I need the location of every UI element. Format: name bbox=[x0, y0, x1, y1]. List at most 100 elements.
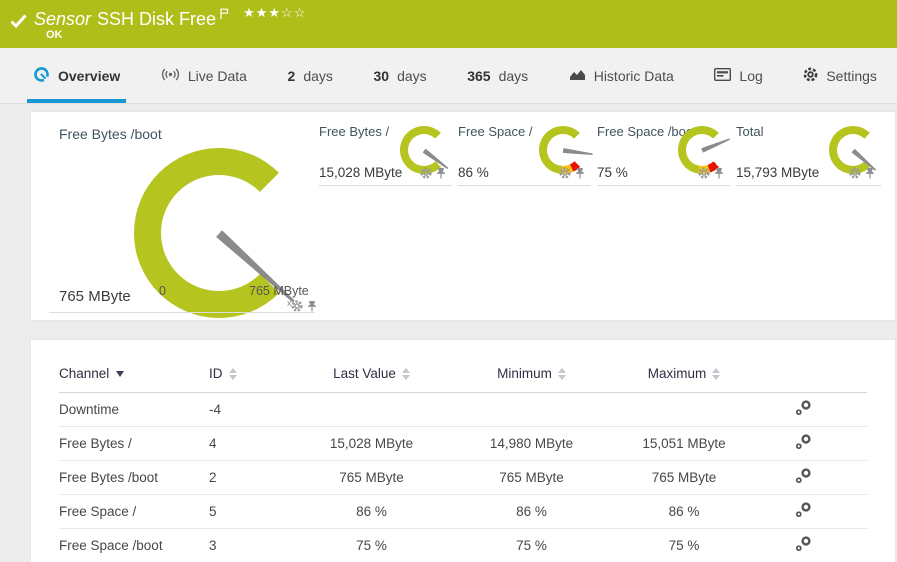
gauge-value: 15,028 MByte bbox=[319, 165, 403, 180]
column-label: Minimum bbox=[497, 366, 552, 381]
settings-gear-icon bbox=[803, 67, 818, 85]
gauge-value: 75 % bbox=[597, 165, 628, 180]
channel-last-value: 15,028 MByte bbox=[304, 426, 439, 461]
divider bbox=[49, 312, 315, 313]
channel-settings-wrench-icon[interactable] bbox=[795, 502, 812, 521]
tab-settings[interactable]: Settings bbox=[797, 48, 883, 103]
sensor-overview-content: Free Bytes /boot x 0 765 MByte 765 MByte… bbox=[0, 104, 897, 562]
channel-minimum bbox=[439, 392, 624, 427]
column-header-maximum[interactable]: Maximum bbox=[624, 366, 744, 393]
column-header-tools bbox=[744, 366, 867, 393]
channel-id: -4 bbox=[209, 392, 304, 427]
gauge-settings-icon[interactable] bbox=[698, 166, 710, 184]
historic-chart-icon bbox=[569, 68, 586, 84]
channel-minimum: 75 % bbox=[439, 528, 624, 562]
tab-label: Overview bbox=[58, 67, 121, 84]
sensor-title: SSH Disk Free bbox=[97, 9, 217, 29]
tab-label: days bbox=[498, 67, 529, 84]
pin-icon[interactable] bbox=[865, 166, 875, 184]
channel-table-panel: Channel ID Last Value Minimum Maximum Do… bbox=[30, 339, 896, 562]
pin-icon[interactable] bbox=[307, 299, 317, 317]
sort-icon bbox=[557, 368, 566, 381]
priority-stars[interactable]: ★★★☆☆ bbox=[243, 5, 306, 21]
column-label: Maximum bbox=[647, 366, 707, 381]
gauge-hole bbox=[408, 134, 440, 166]
priority-flag-icon[interactable] bbox=[220, 7, 229, 25]
status-ok-check-icon bbox=[10, 14, 27, 33]
column-header-last-value[interactable]: Last Value bbox=[304, 366, 439, 393]
tab-overview[interactable]: Overview bbox=[27, 48, 127, 103]
gauges-panel: Free Bytes /boot x 0 765 MByte 765 MByte… bbox=[30, 111, 896, 321]
column-label: Last Value bbox=[333, 366, 396, 381]
tab-historic-data[interactable]: Historic Data bbox=[563, 48, 680, 103]
sensor-header-bar: Sensor SSH Disk Free ★★★☆☆ OK bbox=[0, 0, 897, 48]
table-row-free-space-boot: Free Space /boot 3 75 % 75 % 75 % bbox=[59, 528, 867, 562]
channel-id: 2 bbox=[209, 460, 304, 495]
channel-name[interactable]: Free Bytes /boot bbox=[59, 460, 209, 495]
table-row-free-bytes-boot: Free Bytes /boot 2 765 MByte 765 MByte 7… bbox=[59, 460, 867, 495]
gauge-title: Total bbox=[736, 124, 764, 139]
tab-number: 30 bbox=[373, 67, 390, 84]
channel-name[interactable]: Downtime bbox=[59, 392, 209, 427]
column-header-channel[interactable]: Channel bbox=[59, 366, 209, 393]
stars-filled: ★★★ bbox=[243, 5, 282, 20]
sort-desc-icon bbox=[116, 371, 125, 378]
channel-table: Channel ID Last Value Minimum Maximum Do… bbox=[59, 366, 867, 562]
tab-number: 2 bbox=[287, 67, 296, 84]
channel-id: 5 bbox=[209, 494, 304, 529]
column-header-id[interactable]: ID bbox=[209, 366, 304, 393]
channel-last-value: 765 MByte bbox=[304, 460, 439, 495]
tab-log[interactable]: Log bbox=[708, 48, 768, 103]
tab-365-days[interactable]: 365 days bbox=[461, 48, 534, 103]
channel-id: 4 bbox=[209, 426, 304, 461]
pin-icon[interactable] bbox=[575, 166, 585, 184]
channel-maximum: 15,051 MByte bbox=[624, 426, 744, 461]
tab-label: Settings bbox=[826, 67, 877, 84]
tab-label: Log bbox=[739, 67, 763, 84]
channel-maximum: 75 % bbox=[624, 528, 744, 562]
table-header-row: Channel ID Last Value Minimum Maximum bbox=[59, 366, 867, 393]
tab-30-days[interactable]: 30 days bbox=[367, 48, 432, 103]
channel-settings-wrench-icon[interactable] bbox=[795, 468, 812, 487]
channel-settings-wrench-icon[interactable] bbox=[795, 434, 812, 453]
tab-2-days[interactable]: 2 days bbox=[282, 48, 339, 103]
table-row-free-space-root: Free Space / 5 86 % 86 % 86 % bbox=[59, 494, 867, 529]
channel-maximum bbox=[624, 392, 744, 427]
gauge-settings-icon[interactable] bbox=[420, 166, 432, 184]
channel-minimum: 14,980 MByte bbox=[439, 426, 624, 461]
table-row-downtime: Downtime -4 bbox=[59, 392, 867, 427]
gauge-value: 86 % bbox=[458, 165, 489, 180]
sensor-tab-bar: Overview Live Data 2 days 30 days 365 da… bbox=[0, 48, 897, 104]
live-icon bbox=[161, 68, 180, 84]
stars-empty: ☆☆ bbox=[281, 5, 307, 20]
gauge-title: Free Bytes / bbox=[319, 124, 390, 139]
channel-settings-wrench-icon[interactable] bbox=[795, 400, 812, 419]
gauge-value: 15,793 MByte bbox=[736, 165, 820, 180]
gauge-settings-icon[interactable] bbox=[291, 299, 303, 317]
table-row-free-bytes-root: Free Bytes / 4 15,028 MByte 14,980 MByte… bbox=[59, 426, 867, 461]
mini-gauge-total: Total 15,793 MByte bbox=[736, 120, 881, 186]
channel-name[interactable]: Free Space /boot bbox=[59, 528, 209, 562]
gauge-settings-icon[interactable] bbox=[559, 166, 571, 184]
channel-last-value: 75 % bbox=[304, 528, 439, 562]
channel-name[interactable]: Free Space / bbox=[59, 494, 209, 529]
column-label: ID bbox=[209, 366, 223, 381]
sort-icon bbox=[712, 368, 721, 381]
channel-maximum: 765 MByte bbox=[624, 460, 744, 495]
column-header-minimum[interactable]: Minimum bbox=[439, 366, 624, 393]
channel-last-value: 86 % bbox=[304, 494, 439, 529]
pin-icon[interactable] bbox=[436, 166, 446, 184]
channel-name[interactable]: Free Bytes / bbox=[59, 426, 209, 461]
log-icon bbox=[714, 67, 732, 84]
gauge-title: Free Space / bbox=[458, 124, 533, 139]
gauge-settings-icon[interactable] bbox=[849, 166, 861, 184]
channel-last-value bbox=[304, 392, 439, 427]
primary-gauge-value: 765 MByte bbox=[59, 288, 131, 305]
mini-gauge-free-bytes-root: Free Bytes / 15,028 MByte bbox=[319, 120, 452, 186]
channel-settings-wrench-icon[interactable] bbox=[795, 536, 812, 555]
pin-icon[interactable] bbox=[714, 166, 724, 184]
tab-live-data[interactable]: Live Data bbox=[155, 48, 253, 103]
sort-icon bbox=[228, 368, 237, 381]
mini-gauge-free-space-root: Free Space / 86 % bbox=[458, 120, 591, 186]
sensor-status-badge: OK bbox=[46, 29, 63, 41]
